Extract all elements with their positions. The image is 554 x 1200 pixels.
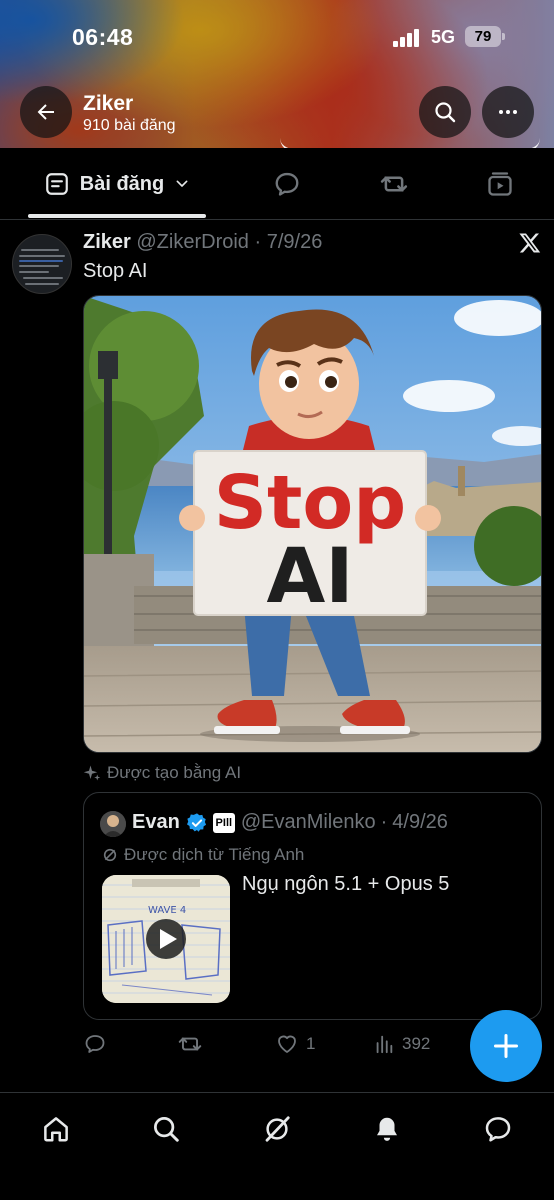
battery-level: 79: [474, 28, 492, 45]
chevron-down-icon: [176, 180, 188, 187]
status-bar: 06:48 5G 79: [0, 0, 554, 76]
posts-icon: [45, 173, 68, 195]
post-text: Stop AI: [83, 260, 148, 282]
verified-badge-icon: [186, 812, 206, 832]
active-tab-indicator: [28, 214, 206, 218]
post-count: 910 bài đăng: [83, 117, 176, 134]
quote-author-name: Evan: [132, 811, 180, 833]
repost-icon: [380, 176, 408, 192]
more-button[interactable]: [482, 86, 534, 138]
tab-media[interactable]: [475, 148, 525, 220]
nav-notifications[interactable]: [367, 1109, 407, 1149]
signal-icon: [393, 29, 421, 47]
quote-avatar: [100, 811, 126, 837]
repost-icon: [178, 1037, 202, 1051]
network-type: 5G: [431, 27, 456, 47]
views-icon: [376, 1035, 393, 1054]
post-header: Ziker @ZikerDroid · 7/9/26: [83, 231, 322, 254]
heart-icon: [278, 1035, 296, 1053]
post-author-name[interactable]: Ziker: [83, 231, 131, 253]
quote-author-handle: @EvanMilenko: [240, 811, 376, 833]
video-icon: [488, 172, 512, 196]
avatar[interactable]: [12, 234, 72, 294]
view-count: 392: [402, 1034, 431, 1053]
quote-header: Evan PIll @EvanMilenko · 4/9/26: [132, 811, 448, 834]
post-actions: 1 392: [83, 1030, 463, 1058]
quoted-post[interactable]: Evan PIll @EvanMilenko · 4/9/26 Được dịc…: [83, 792, 542, 1020]
nav-grok[interactable]: [257, 1109, 297, 1149]
sparkle-icon: [83, 765, 101, 781]
ai-note-text: Được tạo bằng AI: [107, 763, 242, 782]
bottom-navigation: [0, 1092, 554, 1200]
battery-icon: 79: [465, 26, 505, 47]
replies-icon: [275, 172, 299, 196]
affiliate-badge: PIll: [212, 812, 235, 833]
profile-tabs: Bài đăng: [0, 148, 554, 220]
tab-posts[interactable]: Bài đăng: [28, 148, 206, 220]
thumb-caption: WAVE 4: [148, 905, 186, 916]
x-logo-icon: [519, 233, 541, 253]
quote-date: 4/9/26: [392, 811, 448, 833]
status-time: 06:48: [72, 24, 134, 50]
compose-button[interactable]: [470, 1010, 542, 1082]
translated-note: Được dịch từ Tiếng Anh: [102, 845, 304, 865]
tab-replies[interactable]: [262, 148, 312, 220]
reply-icon: [85, 1035, 105, 1053]
search-icon: [154, 1117, 179, 1142]
back-button[interactable]: [20, 86, 72, 138]
search-button[interactable]: [419, 86, 471, 138]
like-count: 1: [306, 1034, 316, 1053]
reply-button[interactable]: [83, 1030, 107, 1058]
tab-reposts[interactable]: [369, 148, 419, 220]
quote-text: Ngụ ngôn 5.1 + Opus 5: [242, 873, 450, 895]
nav-home[interactable]: [36, 1109, 76, 1149]
translate-icon: [103, 848, 117, 862]
nav-search[interactable]: [146, 1109, 186, 1149]
quote-separator: ·: [380, 811, 388, 833]
arrow-left-icon: [37, 104, 54, 120]
sign-text-line2: AI: [266, 531, 353, 620]
nav-messages[interactable]: [478, 1109, 518, 1149]
views-button[interactable]: 392: [373, 1030, 430, 1058]
grok-icon: [265, 1116, 290, 1142]
translated-note-text: Được dịch từ Tiếng Anh: [124, 845, 305, 864]
home-icon: [44, 1117, 68, 1142]
search-icon: [435, 102, 456, 123]
more-icon: [499, 110, 517, 114]
tab-posts-label: Bài đăng: [79, 172, 165, 195]
like-button[interactable]: 1: [275, 1030, 315, 1058]
notifications-icon: [377, 1117, 397, 1141]
post-image-illustration: Stop AI: [84, 296, 541, 752]
plus-icon: [493, 1033, 519, 1059]
quote-video-thumbnail[interactable]: WAVE 4: [102, 875, 230, 1003]
post-separator: ·: [254, 231, 262, 253]
post-date[interactable]: 7/9/26: [267, 231, 323, 253]
profile-title: Ziker 910 bài đăng: [83, 92, 176, 135]
ai-generated-note: Được tạo bằng AI: [83, 763, 241, 783]
repost-button[interactable]: [177, 1030, 203, 1058]
post-image[interactable]: Stop AI: [83, 295, 542, 753]
messages-icon: [485, 1117, 511, 1142]
profile-name: Ziker: [83, 92, 134, 115]
post-author-handle[interactable]: @ZikerDroid: [136, 231, 249, 253]
